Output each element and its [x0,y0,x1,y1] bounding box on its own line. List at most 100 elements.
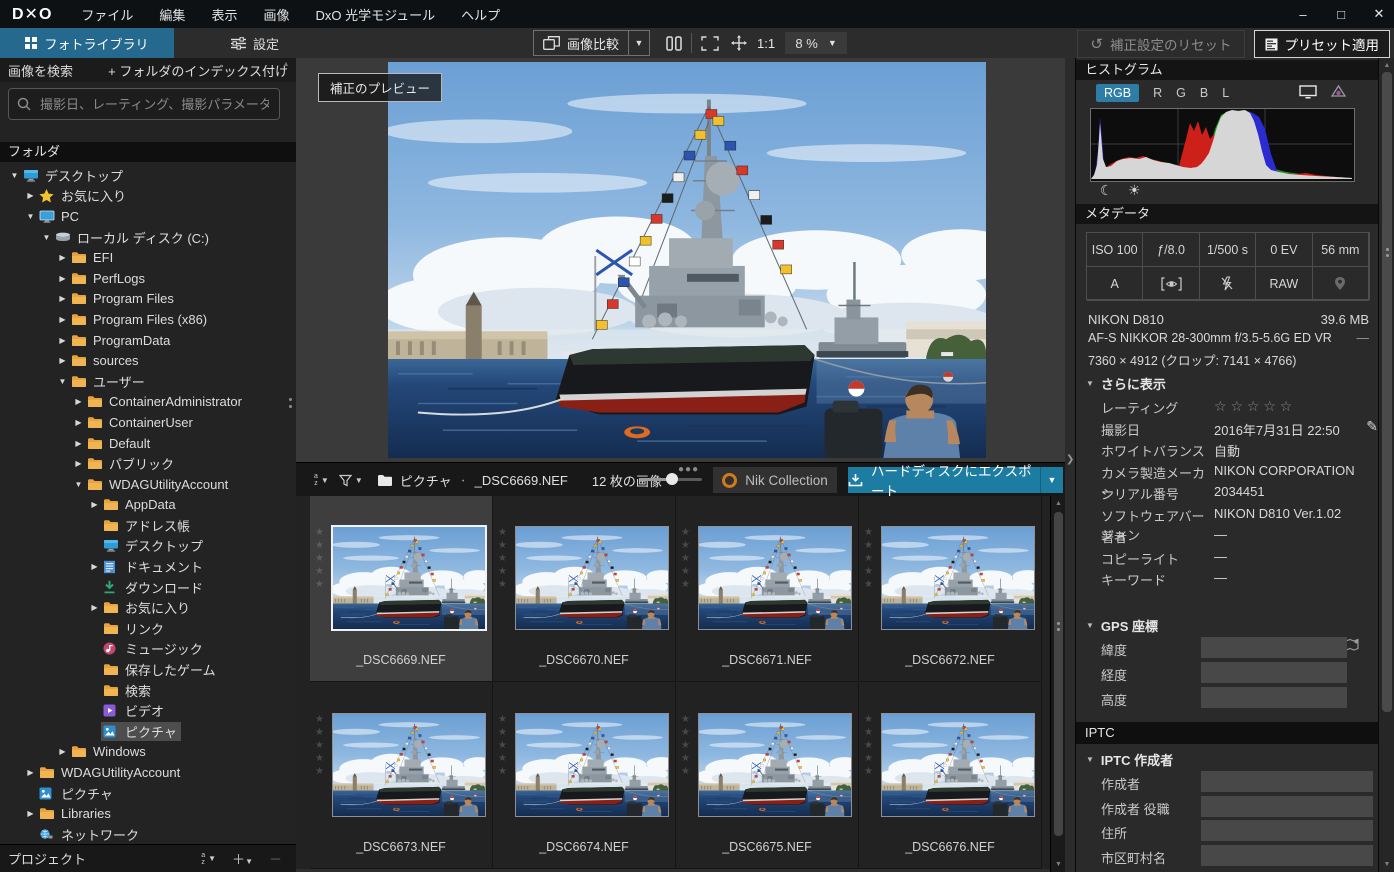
tree-item-23[interactable]: ミュージック [0,639,296,660]
expand-arrow-icon[interactable]: ▶ [56,747,69,756]
tree-item-25[interactable]: 検索 [0,680,296,701]
thumbnail-cell[interactable]: ★★★★★_DSC6674.NEF [493,683,676,869]
thumbnail-rating-stars[interactable]: ★★★★★ [315,715,324,777]
thumbnail-cell[interactable]: ★★★★★_DSC6675.NEF [676,683,859,869]
panel-scrollbar[interactable]: ▲ ▼ [1378,58,1394,872]
map-icon[interactable] [1345,638,1361,652]
more-metadata-section[interactable]: ▼ さらに表示 [1086,374,1166,393]
tree-item-4[interactable]: ▶EFI [0,247,296,268]
filmstrip-options-dots[interactable]: ●●● [678,464,699,475]
fit-view-icon[interactable] [701,36,719,51]
scroll-down-icon[interactable]: ▼ [1379,861,1394,868]
tree-item-28[interactable]: ▶Windows [0,742,296,763]
filter-button[interactable]: ▼ [339,474,363,487]
slider-knob[interactable] [666,473,678,485]
expand-arrow-icon[interactable]: ▶ [56,315,69,324]
thumbnail-image[interactable] [698,526,852,630]
channel-rgb[interactable]: RGB [1096,84,1139,102]
preview-photo[interactable] [388,62,986,458]
scroll-up-icon[interactable]: ▲ [1379,62,1394,69]
tree-item-31[interactable]: ▶Libraries [0,803,296,824]
tree-item-3[interactable]: ▼ローカル ディスク (C:) [0,227,296,248]
tree-item-5[interactable]: ▶PerfLogs [0,268,296,289]
thumbnail-rating-stars[interactable]: ★★★★★ [315,528,324,590]
compare-dropdown-arrow[interactable]: ▼ [629,30,650,56]
nik-collection-button[interactable]: Nik Collection [713,467,837,493]
export-dropdown-arrow[interactable]: ▼ [1040,467,1063,493]
tree-item-20[interactable]: ダウンロード [0,577,296,598]
move-icon[interactable] [731,35,747,51]
thumbnail-rating-stars[interactable]: ★★★★★ [681,715,690,777]
tree-item-15[interactable]: ▼WDAGUtilityAccount [0,474,296,495]
expand-arrow-icon[interactable]: ▼ [56,377,69,386]
sidebar-splitter-handle[interactable] [289,398,292,408]
sidebar-scroll-up-icon[interactable]: ▲ [280,61,292,68]
index-folders-link[interactable]: + フォルダのインデックス付け [108,61,288,80]
tree-item-7[interactable]: ▶Program Files (x86) [0,309,296,330]
gps-input-0[interactable] [1201,637,1347,658]
thumbnail-rating-stars[interactable]: ★★★★★ [498,715,507,777]
tree-item-0[interactable]: ▼デスクトップ [0,165,296,186]
thumbnail-image[interactable] [881,713,1035,817]
iptc-input-0[interactable] [1201,771,1373,792]
tree-item-16[interactable]: ▶AppData [0,495,296,516]
thumbnail-cell[interactable]: ★★★★★_DSC6673.NEF [310,683,493,869]
thumbnail-size-slider[interactable] [640,478,702,481]
soft-proofing-icon[interactable] [1330,84,1347,98]
tree-item-11[interactable]: ▶ContainerAdministrator [0,392,296,413]
tree-item-9[interactable]: ▶sources [0,350,296,371]
iptc-input-3[interactable] [1201,845,1373,866]
expand-arrow-icon[interactable]: ▶ [88,562,101,571]
tree-item-22[interactable]: リンク [0,618,296,639]
thumbnail-rating-stars[interactable]: ★★★★★ [498,528,507,590]
maximize-button[interactable]: □ [1334,7,1348,22]
tree-item-12[interactable]: ▶ContainerUser [0,412,296,433]
tree-item-14[interactable]: ▶パブリック [0,453,296,474]
tab-photo-library[interactable]: フォトライブラリ [0,28,174,58]
filmstrip-scrollbar-thumb[interactable] [1054,512,1063,836]
thumbnail-image[interactable] [331,525,487,631]
tree-item-27[interactable]: ピクチャ [0,721,296,742]
thumbnail-rating-stars[interactable]: ★★★★★ [681,528,690,590]
panel-divider[interactable]: ❯ [1065,58,1075,872]
expand-arrow-icon[interactable]: ▶ [72,439,85,448]
expand-arrow-icon[interactable]: ▼ [72,480,85,489]
tree-item-26[interactable]: ビデオ [0,700,296,721]
thumbnail-image[interactable] [881,526,1035,630]
tree-item-19[interactable]: ▶ドキュメント [0,556,296,577]
tab-settings[interactable]: 設定 [200,28,310,58]
breadcrumb-folder[interactable]: ピクチャ [400,471,452,490]
thumbnail-cell[interactable]: ★★★★★_DSC6670.NEF [493,496,676,682]
zoom-level-dropdown[interactable]: 8 % ▼ [785,32,847,54]
expand-arrow-icon[interactable]: ▶ [56,336,69,345]
scroll-up-icon[interactable]: ▲ [1051,500,1066,507]
thumbnail-image[interactable] [515,526,669,630]
channel-l[interactable]: L [1222,86,1229,100]
expand-arrow-icon[interactable]: ▶ [24,191,37,200]
monitor-icon[interactable] [1299,85,1317,99]
menu-item-2[interactable]: 表示 [198,5,250,24]
tree-item-8[interactable]: ▶ProgramData [0,330,296,351]
add-project-button[interactable]: ＋▼ [232,849,253,868]
thumbnail-cell[interactable]: ★★★★★_DSC6672.NEF [859,496,1042,682]
expand-arrow-icon[interactable]: ▶ [56,294,69,303]
export-to-disk-button[interactable]: ハードディスクにエクスポート [848,467,1040,493]
tree-item-24[interactable]: 保存したゲーム [0,659,296,680]
iptc-creator-section[interactable]: ▼ IPTC 作成者 [1086,750,1173,769]
tree-item-32[interactable]: ネットワーク [0,824,296,845]
thumbnail-rating-stars[interactable]: ★★★★★ [864,528,873,590]
expand-arrow-icon[interactable]: ▶ [56,356,69,365]
expand-arrow-icon[interactable]: ▶ [56,253,69,262]
gps-section[interactable]: ▼ GPS 座標 [1086,616,1158,635]
thumbnail-rating-stars[interactable]: ★★★★★ [864,715,873,777]
remove-project-button[interactable]: － [269,849,282,868]
expand-arrow-icon[interactable]: ▶ [72,459,85,468]
thumbnail-image[interactable] [698,713,852,817]
zoom-1to1-button[interactable]: 1:1 [757,36,775,51]
thumbnail-cell[interactable]: ★★★★★_DSC6676.NEF [859,683,1042,869]
panel-scrollbar-thumb[interactable] [1382,72,1392,712]
close-button[interactable]: ✕ [1372,6,1386,22]
tree-item-2[interactable]: ▼PC [0,206,296,227]
tree-item-30[interactable]: ピクチャ [0,783,296,804]
search-input[interactable] [38,96,271,113]
